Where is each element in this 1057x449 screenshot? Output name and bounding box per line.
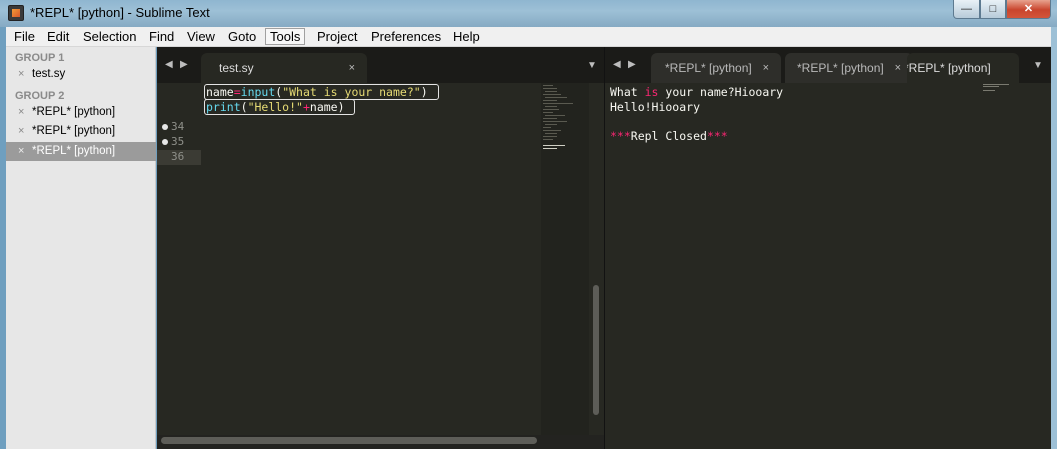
code-token: "What is your name?": [282, 85, 421, 99]
sublime-app-icon[interactable]: [8, 5, 24, 21]
sidebar-item-label: *REPL* [python]: [32, 125, 116, 137]
menu-find[interactable]: Find: [145, 29, 178, 46]
tab-label: *REPL* [python]: [665, 61, 752, 75]
menu-help[interactable]: Help: [449, 29, 484, 46]
code-token: ): [337, 100, 345, 114]
editor-pane-left: ◀ ▶ test.sy × ▼ 34 35 36 name=input("Wha…: [157, 47, 604, 449]
code-token: name: [206, 85, 234, 99]
code-token: print: [206, 100, 241, 114]
horizontal-scrollbar[interactable]: [161, 437, 537, 444]
menu-bar: File Edit Selection Find View Goto Tools…: [6, 27, 1051, 47]
sidebar-item-label: *REPL* [python]: [32, 145, 116, 157]
sidebar-item-repl-2[interactable]: × *REPL* [python]: [6, 122, 156, 141]
output-text: your name?Hiooary: [658, 85, 784, 99]
vertical-scrollbar[interactable]: [593, 285, 599, 415]
tab-repl-1[interactable]: *REPL* [python] ×: [651, 53, 781, 83]
output-text: Repl Closed: [630, 129, 707, 143]
tab-dropdown-icon[interactable]: ▼: [587, 60, 597, 71]
minimap[interactable]: [541, 83, 589, 435]
breakpoint-dot-icon: [162, 139, 168, 145]
tab-next-icon[interactable]: ▶: [628, 59, 636, 70]
sidebar-item-label: *REPL* [python]: [32, 106, 116, 118]
minimize-button[interactable]: —: [953, 0, 980, 19]
sidebar-item-repl-1[interactable]: × *REPL* [python]: [6, 103, 156, 122]
maximize-button[interactable]: □: [980, 0, 1006, 19]
close-icon[interactable]: ×: [18, 142, 24, 161]
repl-pane-right: ◀ ▶ *REPL* [python] × *REPL* [python] × …: [605, 47, 1051, 449]
tab-strip: ◀ ▶ test.sy × ▼: [157, 47, 604, 83]
group-1-label: GROUP 1: [15, 52, 65, 64]
window-frame-edge: [1051, 27, 1057, 449]
menu-preferences[interactable]: Preferences: [367, 29, 445, 46]
tab-prev-icon[interactable]: ◀: [165, 59, 173, 70]
menu-file[interactable]: File: [10, 29, 39, 46]
sidebar-item-label: test.sy: [32, 68, 66, 80]
menu-view[interactable]: View: [183, 29, 219, 46]
title-bar: *REPL* [python] - Sublime Text — □ ✕: [0, 0, 1057, 27]
group-2-label: GROUP 2: [15, 90, 65, 102]
window-title: *REPL* [python] - Sublime Text: [30, 5, 210, 20]
menu-selection[interactable]: Selection: [79, 29, 140, 46]
output-keyword: is: [644, 85, 659, 99]
tab-close-icon[interactable]: ×: [763, 53, 769, 83]
minimap[interactable]: [983, 83, 1013, 95]
code-token: (: [240, 100, 248, 114]
tab-label: *REPL* [python]: [907, 61, 991, 75]
repl-closed-line: ***Repl Closed***: [610, 129, 728, 143]
line-gutter: 34 35 36: [157, 83, 203, 435]
tab-next-icon[interactable]: ▶: [180, 59, 188, 70]
menu-edit[interactable]: Edit: [43, 29, 73, 46]
menu-project[interactable]: Project: [313, 29, 361, 46]
close-icon[interactable]: ×: [18, 65, 24, 84]
tab-strip: ◀ ▶ *REPL* [python] × *REPL* [python] × …: [605, 47, 1051, 83]
close-icon[interactable]: ×: [18, 122, 24, 141]
code-token: input: [240, 85, 276, 99]
sidebar: GROUP 1 × test.sy GROUP 2 × *REPL* [pyth…: [6, 47, 156, 449]
close-icon[interactable]: ×: [18, 103, 24, 122]
tab-repl-3[interactable]: *REPL* [python]: [907, 53, 1019, 83]
tab-test-sy[interactable]: test.sy ×: [201, 53, 367, 83]
line-number: 36: [171, 150, 185, 163]
sidebar-item-test-sy[interactable]: × test.sy: [6, 65, 156, 84]
tab-close-icon[interactable]: ×: [349, 53, 355, 83]
repl-output-line-2: Hello!Hiooary: [610, 100, 701, 114]
tab-label: test.sy: [219, 61, 254, 75]
output-stars: ***: [706, 129, 728, 143]
output-text: What: [610, 85, 645, 99]
breakpoint-dot-icon: [162, 124, 168, 130]
tab-repl-2[interactable]: *REPL* [python] ×: [785, 53, 913, 83]
repl-output-line-1: What is your name?Hiooary: [610, 85, 783, 99]
code-token: "Hello!": [247, 100, 303, 114]
tab-label: *REPL* [python]: [797, 61, 884, 75]
code-line-35[interactable]: print("Hello!"+name): [206, 100, 345, 114]
code-token: name: [309, 100, 338, 114]
close-window-button[interactable]: ✕: [1006, 0, 1051, 19]
line-number: 35: [171, 135, 185, 148]
sidebar-item-repl-3[interactable]: × *REPL* [python]: [6, 142, 156, 161]
code-token: ): [420, 85, 428, 99]
output-stars: ***: [610, 129, 631, 143]
code-token: +: [302, 100, 310, 114]
menu-goto[interactable]: Goto: [224, 29, 260, 46]
menu-tools[interactable]: Tools: [265, 28, 306, 45]
code-line-34[interactable]: name=input("What is your name?"): [206, 85, 428, 99]
code-token: =: [233, 85, 241, 99]
tab-close-icon[interactable]: ×: [895, 53, 901, 83]
line-number: 34: [171, 120, 185, 133]
tab-dropdown-icon[interactable]: ▼: [1033, 60, 1043, 71]
tab-prev-icon[interactable]: ◀: [613, 59, 621, 70]
